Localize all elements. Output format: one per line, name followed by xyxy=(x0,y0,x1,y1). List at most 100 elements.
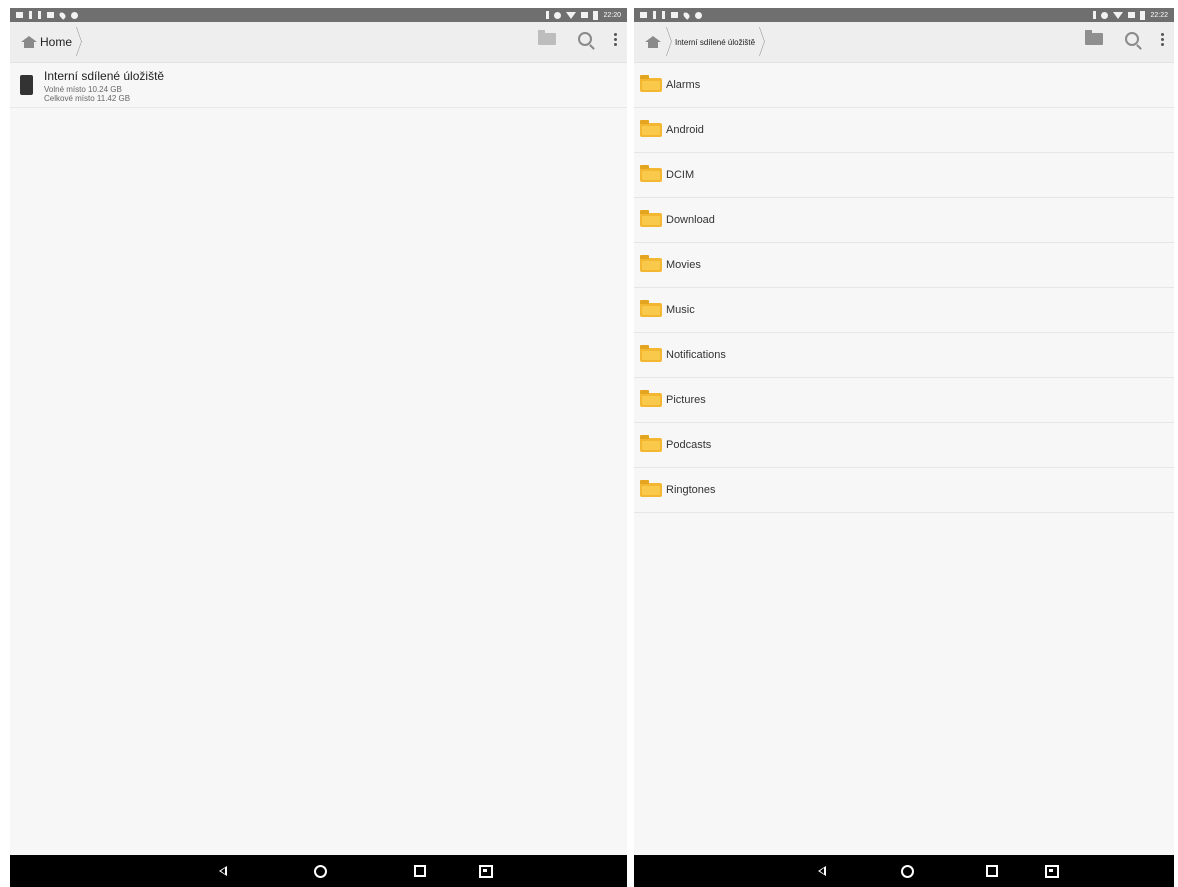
new-folder-icon[interactable] xyxy=(1085,30,1103,45)
folder-icon xyxy=(640,165,662,182)
bluetooth-icon xyxy=(546,11,550,19)
navigation-bar xyxy=(634,855,1174,887)
image-icon xyxy=(47,12,54,18)
more-vert-icon[interactable] xyxy=(614,32,617,46)
status-time: 22:20 xyxy=(603,11,621,19)
folder-item[interactable]: Alarms xyxy=(634,63,1174,108)
folder-icon xyxy=(640,210,662,227)
recents-icon xyxy=(986,865,998,877)
left-screen: 22:20 Home Interní sdílené úložiště Voln… xyxy=(10,8,627,887)
folder-item[interactable]: Notifications xyxy=(634,333,1174,378)
notification-icons xyxy=(640,8,702,22)
bluetooth-icon xyxy=(1093,11,1097,19)
folder-item[interactable]: Android xyxy=(634,108,1174,153)
home-icon[interactable] xyxy=(644,36,662,48)
chevron-right-icon xyxy=(72,27,81,57)
screenshot-icon xyxy=(1045,864,1059,878)
folder-name: Notifications xyxy=(666,349,726,361)
folder-name: Movies xyxy=(666,259,701,271)
back-button[interactable] xyxy=(213,855,233,887)
back-icon xyxy=(818,866,826,876)
back-icon xyxy=(219,866,227,876)
folder-name: DCIM xyxy=(666,169,695,181)
screenshot-icon xyxy=(479,864,493,878)
folder-icon xyxy=(640,435,662,452)
folder-icon xyxy=(640,480,662,497)
toolbar-actions xyxy=(538,30,617,46)
usb-icon xyxy=(662,11,665,19)
recents-button[interactable] xyxy=(982,855,1002,887)
home-button[interactable] xyxy=(897,855,917,887)
folder-icon xyxy=(640,390,662,407)
share-icon xyxy=(71,11,78,19)
search-icon[interactable] xyxy=(1125,32,1139,46)
device-icon xyxy=(20,75,33,95)
status-bar: 22:22 xyxy=(634,8,1174,22)
folder-icon xyxy=(640,255,662,272)
home-button[interactable] xyxy=(310,855,330,887)
folder-item[interactable]: Download xyxy=(634,198,1174,243)
image-icon xyxy=(671,12,678,18)
share-icon xyxy=(695,11,702,19)
new-folder-icon[interactable] xyxy=(538,30,556,45)
location-icon xyxy=(58,10,67,20)
recents-button[interactable] xyxy=(410,855,430,887)
toolbar: Home xyxy=(10,22,627,63)
folder-name: Pictures xyxy=(666,394,706,406)
storage-item[interactable]: Interní sdílené úložiště Volné místo 10.… xyxy=(10,63,627,108)
battery-icon xyxy=(593,10,599,20)
usb-icon xyxy=(653,11,656,19)
status-time: 22:22 xyxy=(1150,11,1168,19)
battery-icon xyxy=(1140,10,1146,20)
chevron-right-icon xyxy=(662,27,671,57)
more-vert-icon[interactable] xyxy=(1161,32,1164,46)
breadcrumb: Home xyxy=(20,30,81,54)
usb-icon xyxy=(29,11,32,19)
right-screen: 22:22 Interní sdílené úložiště Alarms An… xyxy=(634,8,1174,887)
system-icons: 22:22 xyxy=(1093,8,1168,22)
home-button-icon xyxy=(900,864,914,878)
folder-item[interactable]: Music xyxy=(634,288,1174,333)
folder-icon xyxy=(640,120,662,137)
chevron-right-icon xyxy=(755,27,764,57)
signal-icon xyxy=(581,12,589,18)
dnd-icon xyxy=(554,11,562,19)
folder-name: Android xyxy=(666,124,704,136)
folder-item[interactable]: DCIM xyxy=(634,153,1174,198)
folder-name: Alarms xyxy=(666,79,701,91)
breadcrumb-home[interactable]: Home xyxy=(40,35,72,49)
folder-icon xyxy=(640,345,662,362)
back-button[interactable] xyxy=(812,855,832,887)
storage-title: Interní sdílené úložiště xyxy=(44,69,165,83)
recents-icon xyxy=(414,865,426,877)
storage-total-space: Celkové místo 11.42 GB xyxy=(44,94,131,103)
storage-free-space: Volné místo 10.24 GB xyxy=(44,85,122,94)
home-button-icon xyxy=(313,864,327,878)
breadcrumb: Interní sdílené úložiště xyxy=(644,30,764,54)
folder-icon xyxy=(640,300,662,317)
folder-item[interactable]: Pictures xyxy=(634,378,1174,423)
search-icon[interactable] xyxy=(578,32,592,46)
screenshot-button[interactable] xyxy=(476,855,496,887)
folder-item[interactable]: Podcasts xyxy=(634,423,1174,468)
folder-item[interactable]: Ringtones xyxy=(634,468,1174,513)
toolbar-actions xyxy=(1085,30,1164,46)
wifi-icon xyxy=(566,11,577,19)
dnd-icon xyxy=(1101,11,1109,19)
usb-icon xyxy=(38,11,41,19)
toolbar: Interní sdílené úložiště xyxy=(634,22,1174,63)
folder-item[interactable]: Movies xyxy=(634,243,1174,288)
wifi-icon xyxy=(1113,11,1124,19)
breadcrumb-current[interactable]: Interní sdílené úložiště xyxy=(675,38,755,47)
screenshot-button[interactable] xyxy=(1042,855,1062,887)
status-bar: 22:20 xyxy=(10,8,627,22)
folder-list: Alarms Android DCIM Download Movies Musi… xyxy=(634,63,1174,513)
folder-name: Music xyxy=(666,304,695,316)
folder-icon xyxy=(640,75,662,92)
folder-name: Podcasts xyxy=(666,439,712,451)
system-icons: 22:20 xyxy=(546,8,621,22)
navigation-bar xyxy=(10,855,627,887)
home-icon[interactable] xyxy=(20,36,38,48)
location-icon xyxy=(682,10,691,20)
signal-icon xyxy=(1128,12,1136,18)
